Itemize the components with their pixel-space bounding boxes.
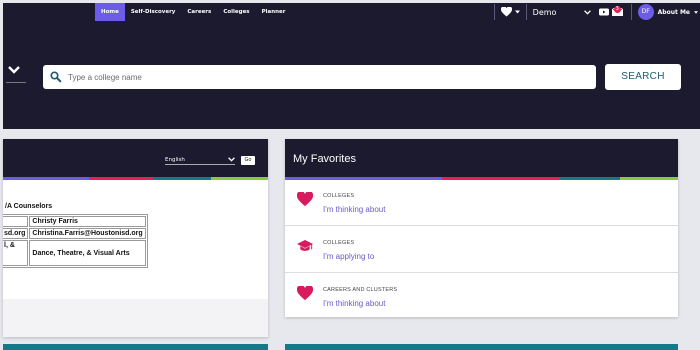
divider xyxy=(525,4,527,20)
favorite-category: CAREERS AND CLUSTERS xyxy=(323,287,398,293)
dropdown-underline xyxy=(6,82,26,83)
user-menu[interactable]: DF About Me xyxy=(637,4,700,20)
favorite-item: COLLEGES I'm thinking about xyxy=(285,180,678,226)
favorite-link[interactable]: I'm thinking about xyxy=(323,299,385,308)
favorite-item: CAREERS AND CLUSTERS I'm thinking about xyxy=(285,274,678,317)
favorite-link[interactable]: I'm applying to xyxy=(323,252,374,261)
color-stripe xyxy=(3,177,89,180)
heart-icon xyxy=(500,7,512,17)
favorites-card: My Favorites COLLEGES I'm thinking about… xyxy=(285,139,678,317)
nav-planner[interactable]: Planner xyxy=(256,3,292,21)
counselors-title: /A Counselors xyxy=(5,203,53,210)
search-icon xyxy=(50,71,62,83)
user-menu-label: About Me xyxy=(657,8,690,16)
chevron-down-icon xyxy=(583,9,591,15)
divider xyxy=(630,4,632,20)
language-selector: English Go xyxy=(165,156,255,165)
app-header: Home Self-Discovery Careers Colleges Pla… xyxy=(3,3,700,129)
search-button[interactable]: SEARCH xyxy=(605,64,681,90)
language-go-button[interactable]: Go xyxy=(241,156,255,165)
main-nav: Home Self-Discovery Careers Colleges Pla… xyxy=(95,3,291,21)
header-right-controls: Demo 3 DF About Me xyxy=(488,3,700,21)
table-cell: Dance, Theatre, & Visual Arts xyxy=(29,240,146,266)
table-cell: sd.org xyxy=(3,228,29,239)
table-cell: Christina.Farris@Houstonisd.org xyxy=(29,228,146,239)
school-select-value: Demo xyxy=(532,7,557,17)
favorite-category: COLLEGES xyxy=(323,240,355,246)
caret-down-icon xyxy=(694,10,698,14)
counselors-card-header: English Go xyxy=(3,139,268,177)
next-card-header xyxy=(3,344,268,350)
table-cell: l, & xyxy=(3,240,29,266)
divider xyxy=(493,4,495,20)
table-row: l, & Dance, Theatre, & Visual Arts xyxy=(3,240,146,266)
nav-self-discovery[interactable]: Self-Discovery xyxy=(125,3,182,21)
color-stripe xyxy=(153,177,211,180)
school-select[interactable]: Demo xyxy=(533,8,591,17)
next-card-header xyxy=(285,344,678,350)
counselors-table: Christy Farris sd.org Christina.Farris@H… xyxy=(3,214,148,268)
favorite-link[interactable]: I'm thinking about xyxy=(323,205,385,214)
heart-icon xyxy=(297,192,313,207)
chevron-down-icon xyxy=(228,157,235,162)
favorite-item: COLLEGES I'm applying to xyxy=(285,227,678,273)
avatar: DF xyxy=(637,4,654,20)
video-icon[interactable] xyxy=(598,8,609,16)
card-footer xyxy=(3,299,268,337)
favorite-category: COLLEGES xyxy=(323,193,355,199)
language-select-value: English xyxy=(165,156,185,163)
color-stripe xyxy=(89,177,153,180)
favorites-title: My Favorites xyxy=(293,153,356,165)
header-icons: 3 xyxy=(598,6,623,16)
table-row: sd.org Christina.Farris@Houstonisd.org xyxy=(3,228,146,239)
heart-icon xyxy=(297,286,313,301)
table-cell: Christy Farris xyxy=(29,216,146,227)
counselors-card: English Go /A Counselors Christy Farris … xyxy=(3,139,268,337)
favorites-card-header: My Favorites xyxy=(285,139,678,177)
color-stripe xyxy=(211,177,268,180)
caret-down-icon xyxy=(514,10,520,14)
chevron-down-icon[interactable] xyxy=(7,65,21,74)
graduation-cap-icon xyxy=(297,240,313,251)
notification-badge: 3 xyxy=(613,6,621,13)
language-select[interactable]: English xyxy=(165,157,235,165)
college-search-box xyxy=(43,65,596,89)
college-search-input[interactable] xyxy=(68,72,568,82)
favorites-menu[interactable] xyxy=(500,7,520,17)
table-row: Christy Farris xyxy=(3,216,146,227)
nav-careers[interactable]: Careers xyxy=(181,3,217,21)
nav-home[interactable]: Home xyxy=(95,3,125,21)
nav-colleges[interactable]: Colleges xyxy=(217,3,255,21)
table-cell xyxy=(3,216,29,227)
